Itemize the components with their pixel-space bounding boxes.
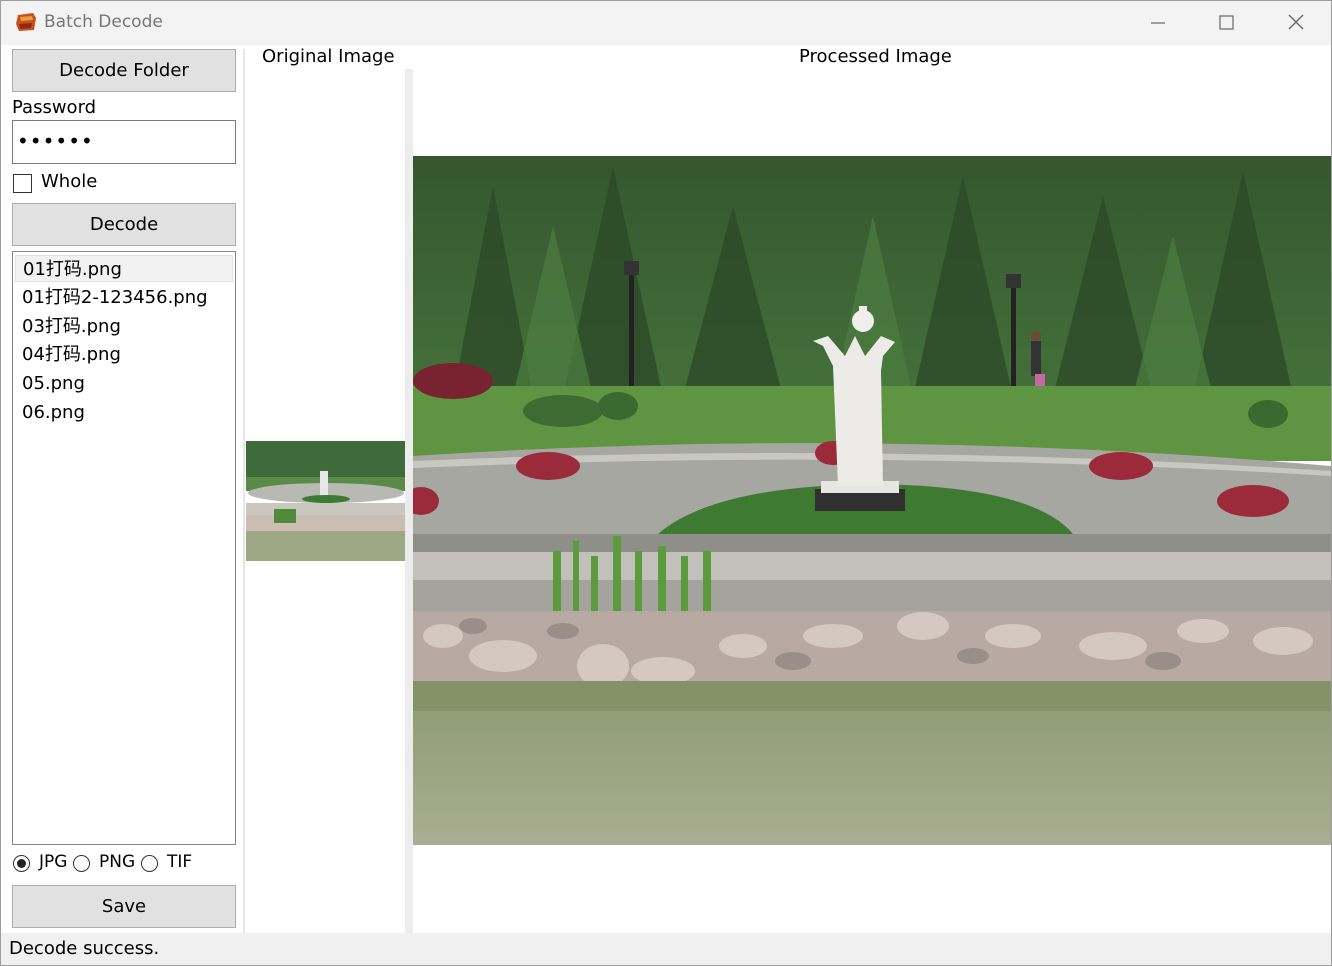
window-title: Batch Decode xyxy=(44,12,163,32)
app-window: Batch Decode Decode Folder Password ••••… xyxy=(0,0,1332,966)
password-field[interactable]: •••••• xyxy=(12,120,236,164)
file-list[interactable]: 01打码.png 01打码2-123456.png 03打码.png 04打码.… xyxy=(12,251,236,845)
processed-image-title: Processed Image xyxy=(799,46,952,67)
whole-label: Whole xyxy=(41,171,98,192)
format-label-jpg: JPG xyxy=(39,852,68,872)
close-icon xyxy=(1288,14,1304,30)
list-item[interactable]: 06.png xyxy=(15,399,233,426)
processed-image xyxy=(413,156,1331,845)
title-bar: Batch Decode xyxy=(1,1,1331,45)
list-item[interactable]: 01打码.png xyxy=(15,255,233,282)
radio-selected-dot xyxy=(17,859,26,868)
original-image xyxy=(246,441,405,561)
decode-button[interactable]: Decode xyxy=(12,203,236,246)
list-item[interactable]: 05.png xyxy=(15,370,233,397)
original-panel-scrollbar[interactable] xyxy=(405,69,413,933)
app-icon xyxy=(16,13,36,31)
list-item[interactable]: 04打码.png xyxy=(15,341,233,368)
format-radio-jpg[interactable] xyxy=(13,855,30,872)
password-label: Password xyxy=(12,97,97,118)
panel-divider[interactable] xyxy=(243,49,245,933)
status-bar: Decode success. xyxy=(1,933,1331,965)
status-text: Decode success. xyxy=(9,938,160,959)
format-label-png: PNG xyxy=(99,852,136,872)
maximize-icon xyxy=(1219,15,1234,30)
save-button[interactable]: Save xyxy=(12,885,236,928)
maximize-button[interactable] xyxy=(1203,7,1249,39)
close-button[interactable] xyxy=(1273,7,1319,39)
list-item[interactable]: 03打码.png xyxy=(15,313,233,340)
password-value: •••••• xyxy=(17,129,94,153)
format-radio-png[interactable] xyxy=(73,855,90,872)
whole-checkbox[interactable] xyxy=(13,174,32,193)
minimize-button[interactable] xyxy=(1135,7,1181,39)
format-radio-tif[interactable] xyxy=(141,855,158,872)
original-image-title: Original Image xyxy=(262,46,395,67)
list-item[interactable]: 01打码2-123456.png xyxy=(15,284,233,311)
decode-folder-button[interactable]: Decode Folder xyxy=(12,49,236,92)
format-label-tif: TIF xyxy=(167,852,193,872)
minimize-icon xyxy=(1151,22,1165,24)
control-panel: Decode Folder Password •••••• Whole Deco… xyxy=(1,45,243,933)
